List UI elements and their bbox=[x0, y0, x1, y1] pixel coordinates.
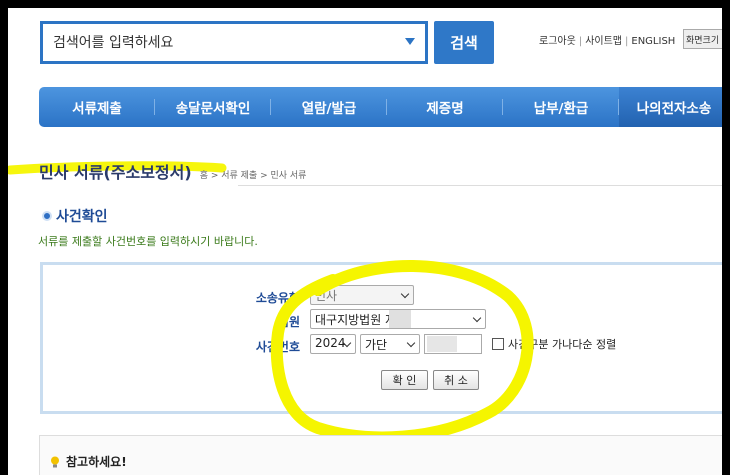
main-nav: 서류제출 송달문서확인 열람/발급 제증명 납부/환급 나의전자소송 bbox=[39, 87, 722, 127]
english-link[interactable]: ENGLISH bbox=[631, 36, 675, 47]
chevron-down-icon[interactable] bbox=[405, 38, 415, 45]
sort-checkbox-label: 사건구분 가나다순 정렬 bbox=[508, 338, 617, 351]
category-value: 가단 bbox=[365, 338, 388, 352]
redaction-block bbox=[389, 310, 411, 328]
nav-item-service-check[interactable]: 송달문서확인 bbox=[155, 87, 271, 127]
confirm-button[interactable]: 확 인 bbox=[381, 370, 428, 390]
bullet-icon bbox=[42, 211, 52, 221]
instruction-text: 서류를 제출할 사건번호를 입력하시기 바랍니다. bbox=[38, 235, 258, 248]
notice-box bbox=[39, 435, 722, 475]
chevron-down-icon bbox=[472, 313, 482, 323]
page: 검색 로그아웃|사이트맵|ENGLISH 화면크기 서류제출 송달문서확인 열람… bbox=[8, 8, 722, 475]
case-number-input[interactable] bbox=[424, 334, 482, 354]
title-divider bbox=[238, 185, 722, 186]
sitemap-link[interactable]: 사이트맵 bbox=[585, 32, 622, 47]
redaction-block bbox=[427, 336, 457, 352]
chevron-down-icon bbox=[400, 289, 410, 299]
section-title-text: 사건확인 bbox=[56, 209, 108, 225]
case-number-label: 사건번호 bbox=[255, 340, 300, 354]
category-select[interactable]: 가단 bbox=[360, 334, 420, 354]
sort-checkbox[interactable] bbox=[492, 338, 504, 350]
case-type-select[interactable]: 민사 bbox=[310, 285, 414, 305]
case-type-label: 소송유형 bbox=[255, 291, 300, 305]
case-type-value: 민사 bbox=[315, 289, 338, 303]
nav-item-payment-refund[interactable]: 납부/환급 bbox=[503, 87, 619, 127]
section-title: 사건확인 bbox=[42, 206, 108, 226]
breadcrumb: 홈 > 서류 제출 > 민사 서류 bbox=[199, 171, 307, 181]
search-input[interactable] bbox=[53, 32, 393, 54]
page-title: 민사 서류(주소보정서) bbox=[39, 163, 192, 182]
notice-title-text: 참고하세요! bbox=[66, 455, 127, 469]
logout-link[interactable]: 로그아웃 bbox=[539, 32, 576, 47]
nav-item-document-submit[interactable]: 서류제출 bbox=[39, 87, 155, 127]
nav-item-my-case[interactable]: 나의전자소송 bbox=[619, 87, 722, 127]
court-label: 법원 bbox=[277, 315, 300, 329]
nav-item-view-issue[interactable]: 열람/발급 bbox=[271, 87, 387, 127]
year-select[interactable]: 2024 bbox=[310, 334, 356, 354]
title-row: 민사 서류(주소보정서) 홈 > 서류 제출 > 민사 서류 bbox=[39, 159, 306, 183]
search-button[interactable]: 검색 bbox=[434, 21, 494, 64]
notice-title: 참고하세요! bbox=[50, 453, 127, 470]
chevron-down-icon bbox=[406, 338, 416, 348]
year-value: 2024 bbox=[315, 336, 346, 350]
nav-item-certificate[interactable]: 제증명 bbox=[387, 87, 503, 127]
top-links: 로그아웃 | 사이트맵 | ENGLISH bbox=[539, 32, 675, 47]
cancel-button[interactable]: 취 소 bbox=[433, 370, 479, 390]
search-box[interactable] bbox=[40, 21, 428, 64]
zoom-button[interactable]: 화면크기 bbox=[683, 29, 722, 49]
lightbulb-icon bbox=[51, 456, 59, 467]
